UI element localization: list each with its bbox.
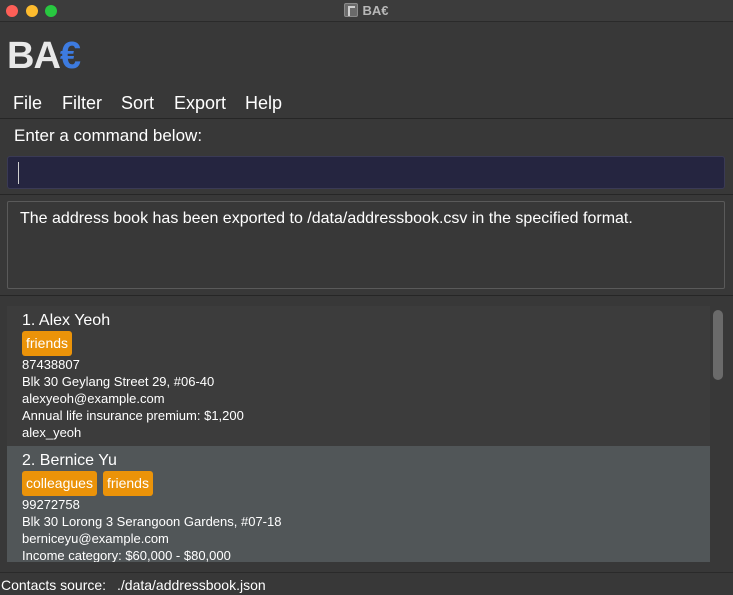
tag-friends: friends bbox=[102, 471, 153, 496]
command-divider bbox=[0, 194, 733, 195]
contact-email: alexyeoh@example.com bbox=[22, 391, 165, 406]
menu-export[interactable]: Export bbox=[174, 93, 226, 114]
result-message: The address book has been exported to /d… bbox=[20, 210, 633, 227]
contact-name: 2. Bernice Yu bbox=[22, 452, 117, 469]
contact-email: berniceyu@example.com bbox=[22, 531, 169, 546]
contact-tags: friends bbox=[22, 331, 78, 356]
menu-file[interactable]: File bbox=[13, 93, 42, 114]
command-label: Enter a command below: bbox=[14, 126, 203, 145]
menu-help[interactable]: Help bbox=[245, 93, 282, 114]
logo-euro-symbol: € bbox=[59, 35, 81, 77]
logo-text: BA bbox=[7, 35, 61, 77]
contact-handle: alex_yeoh bbox=[22, 425, 82, 440]
tag-colleagues: colleagues bbox=[22, 471, 97, 496]
app-logo: BA€ bbox=[7, 35, 81, 77]
contact-address: Blk 30 Lorong 3 Serangoon Gardens, #07-1… bbox=[22, 514, 282, 529]
list-scrollbar[interactable] bbox=[713, 310, 723, 380]
window-title-text: BA€ bbox=[362, 3, 389, 18]
result-display: The address book has been exported to /d… bbox=[7, 201, 725, 289]
contact-address: Blk 30 Geylang Street 29, #06-40 bbox=[22, 374, 215, 389]
menu-bar: File Filter Sort Export Help bbox=[0, 88, 733, 118]
menu-divider bbox=[0, 118, 733, 119]
menu-sort[interactable]: Sort bbox=[121, 93, 154, 114]
text-caret bbox=[18, 162, 19, 184]
app-icon bbox=[344, 3, 359, 17]
contact-card[interactable]: 1. Alex Yeoh friends 87438807 Blk 30 Gey… bbox=[7, 306, 710, 446]
status-bar: Contacts source: ./data/addressbook.json bbox=[0, 572, 733, 595]
menu-filter[interactable]: Filter bbox=[62, 93, 102, 114]
window-title-bar: BA€ bbox=[0, 0, 733, 22]
contact-card[interactable]: 2. Bernice Yu colleagues friends 99272758… bbox=[7, 446, 710, 562]
contact-name: 1. Alex Yeoh bbox=[22, 312, 111, 329]
contact-extra-info: Annual life insurance premium: $1,200 bbox=[22, 408, 244, 423]
result-divider bbox=[0, 295, 733, 296]
status-label: Contacts source: bbox=[1, 577, 107, 593]
command-input[interactable] bbox=[7, 156, 725, 189]
contact-extra-info: Income category: $60,000 - $80,000 bbox=[22, 548, 231, 562]
status-file-path: ./data/addressbook.json bbox=[117, 577, 266, 593]
window-title: BA€ bbox=[0, 3, 733, 18]
tag-friends: friends bbox=[22, 331, 73, 356]
contact-phone: 87438807 bbox=[22, 357, 80, 372]
contact-list[interactable]: 1. Alex Yeoh friends 87438807 Blk 30 Gey… bbox=[7, 306, 710, 562]
contact-tags: colleagues friends bbox=[22, 471, 159, 496]
contact-phone: 99272758 bbox=[22, 497, 80, 512]
